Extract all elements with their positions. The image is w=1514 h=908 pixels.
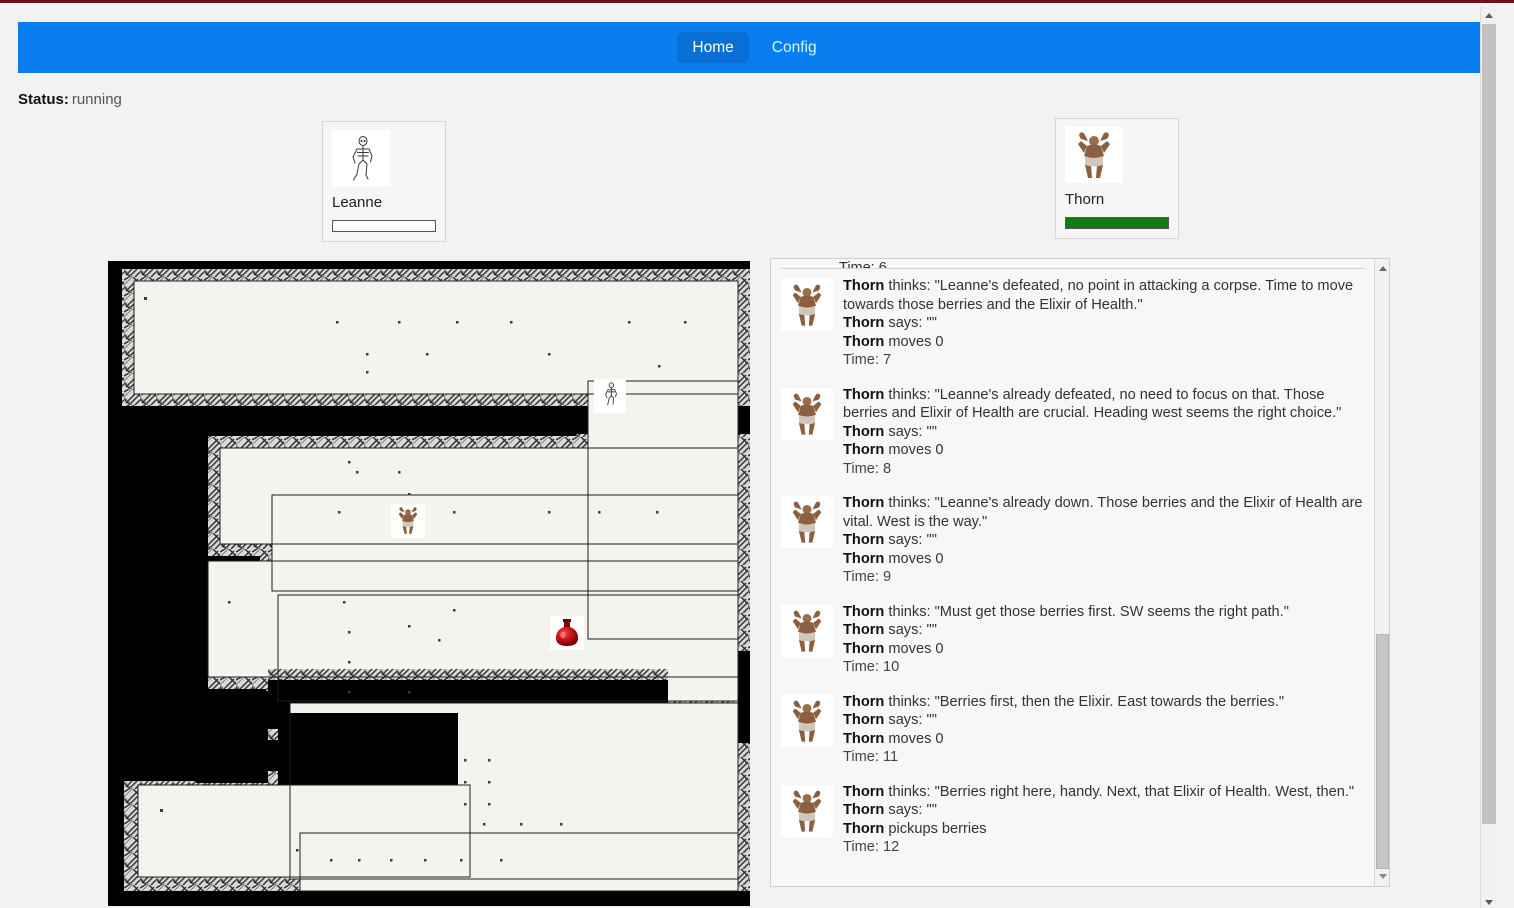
log-entry: Thorn thinks: "Berries first, then the E… [779, 685, 1367, 775]
log-time-line: Time: 12 [843, 839, 900, 855]
log-action-line: Thorn moves 0 [843, 442, 944, 458]
log-entry: Thorn thinks: "Must get those berries fi… [779, 595, 1367, 685]
thorn-map-sprite-group [391, 504, 425, 538]
log-entry-body: Thorn thinks: "Berries first, then the E… [843, 693, 1365, 767]
skeleton-sprite [332, 130, 390, 186]
log-thinks-line: Thorn thinks: "Berries first, then the E… [843, 693, 1285, 710]
character-card-thorn[interactable]: Thorn [1055, 118, 1179, 239]
bodybuilder-sprite [781, 784, 833, 837]
log-thinks-line: Thorn thinks: "Leanne's already defeated… [843, 386, 1342, 422]
log-entry: Thorn thinks: "Berries right here, handy… [779, 775, 1367, 865]
bodybuilder-sprite [781, 387, 833, 440]
browser-scrollbar-thumb[interactable] [1482, 24, 1496, 824]
bodybuilder-sprite [781, 604, 833, 657]
log-thinks-line: Thorn thinks: "Leanne's defeated, no poi… [843, 278, 1354, 313]
log-entry-body: Thorn thinks: "Berries right here, handy… [843, 783, 1365, 857]
status-line: Status: running [18, 91, 122, 108]
log-entry-body: Thorn thinks: "Leanne's defeated, no poi… [843, 277, 1365, 370]
log-action-line: Thorn moves 0 [843, 333, 944, 350]
character-name-thorn: Thorn [1065, 191, 1105, 208]
elixir-of-health-item-group [550, 616, 584, 650]
browser-scroll-down-icon[interactable] [1481, 894, 1497, 908]
log-action-line: Thorn moves 0 [843, 730, 944, 747]
log-action-line: Thorn pickups berries [843, 820, 987, 837]
log-says-line: Thorn says: "" [843, 423, 937, 440]
event-log-scroll-area[interactable]: Time: 6 Thorn thinks: "Leanne's defeated… [771, 259, 1375, 886]
bodybuilder-sprite [781, 694, 833, 747]
page-viewport: Home Config Status: running Leanne Thorn… [0, 3, 1497, 908]
health-bar-thorn [1065, 217, 1169, 229]
event-log-panel: Time: 6 Thorn thinks: "Leanne's defeated… [770, 258, 1390, 887]
app-root: Home Config Status: running Leanne Thorn… [0, 0, 1514, 908]
scroll-up-icon[interactable] [1375, 261, 1389, 276]
log-entry: Thorn thinks: "Leanne's already down. Th… [779, 486, 1367, 595]
log-action-line: Thorn moves 0 [843, 640, 944, 657]
log-thinks-line: Thorn thinks: "Must get those berries fi… [843, 603, 1289, 620]
bodybuilder-sprite [781, 496, 833, 548]
health-bar-leanne [332, 220, 436, 232]
log-time-line: Time: 8 [843, 460, 892, 477]
log-clipped-time: Time: 6 [839, 260, 887, 268]
log-thinks-line: Thorn thinks: "Leanne's already down. Th… [843, 495, 1363, 530]
log-entry: Thorn thinks: "Leanne's already defeated… [779, 378, 1367, 487]
main-navbar: Home Config [18, 22, 1491, 73]
log-entry-body: Thorn thinks: "Leanne's already down. Th… [843, 494, 1365, 587]
browser-scroll-up-icon[interactable] [1481, 7, 1497, 23]
log-entry: Thorn thinks: "Leanne's defeated, no poi… [779, 269, 1367, 378]
nav-link-home[interactable]: Home [677, 31, 749, 64]
map-canvas [108, 261, 750, 906]
log-scrollbar-thumb[interactable] [1376, 634, 1389, 869]
log-time-line: Time: 11 [843, 749, 899, 765]
log-time-line: Time: 9 [843, 569, 892, 585]
log-entry-body: Thorn thinks: "Must get those berries fi… [843, 603, 1365, 677]
browser-scrollbar[interactable] [1480, 6, 1497, 908]
log-entry-body: Thorn thinks: "Leanne's already defeated… [843, 386, 1365, 479]
log-time-line: Time: 7 [843, 352, 892, 368]
log-action-line: Thorn moves 0 [843, 550, 944, 567]
log-says-line: Thorn says: "" [843, 315, 937, 331]
navbar-links: Home Config [677, 31, 832, 64]
leanne-map-sprite-group [594, 379, 626, 413]
bodybuilder-sprite [781, 279, 833, 331]
event-log-list: Time: 6 Thorn thinks: "Leanne's defeated… [771, 259, 1375, 865]
status-label: Status: [18, 91, 69, 108]
character-card-leanne[interactable]: Leanne [322, 121, 446, 242]
game-map[interactable] [108, 261, 750, 906]
status-value: running [71, 91, 122, 108]
log-says-line: Thorn says: "" [843, 712, 937, 728]
log-thinks-line: Thorn thinks: "Berries right here, handy… [843, 783, 1355, 800]
health-bar-fill-thorn [1066, 218, 1168, 228]
bodybuilder-sprite [1065, 127, 1123, 183]
nav-link-config[interactable]: Config [757, 32, 832, 63]
log-says-line: Thorn says: "" [843, 802, 937, 818]
log-says-line: Thorn says: "" [843, 532, 937, 548]
log-says-line: Thorn says: "" [843, 622, 937, 638]
log-time-line: Time: 10 [843, 659, 900, 675]
scroll-down-icon[interactable] [1375, 869, 1389, 884]
character-name-leanne: Leanne [332, 194, 383, 211]
log-scrollbar[interactable] [1374, 259, 1389, 886]
